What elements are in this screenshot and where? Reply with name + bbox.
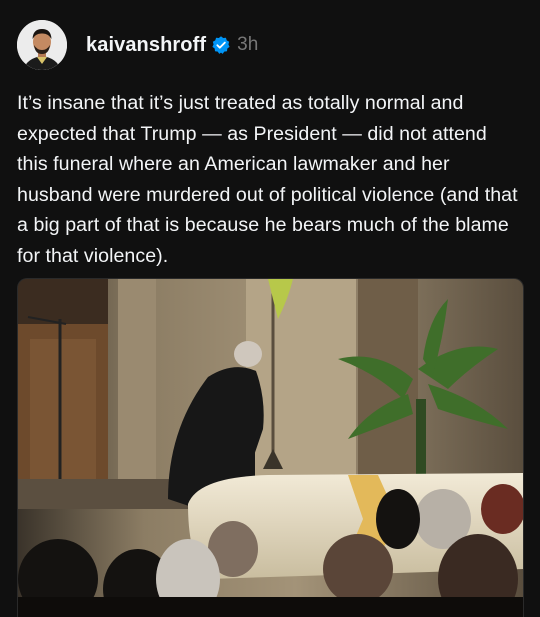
- attached-photo-icon: [18, 279, 523, 617]
- post-text: It’s insane that it’s just treated as to…: [17, 92, 524, 267]
- author-row: kaivanshroff 3h: [86, 34, 258, 57]
- verified-badge-icon: [211, 35, 231, 55]
- thread-post: kaivanshroff 3h It’s insane that it’s ju…: [0, 0, 540, 617]
- author-avatar[interactable]: [17, 20, 67, 70]
- post-image[interactable]: [17, 278, 524, 617]
- post-header: kaivanshroff 3h: [17, 20, 258, 70]
- author-username[interactable]: kaivanshroff: [86, 34, 206, 57]
- profile-avatar-icon: [17, 20, 67, 70]
- post-timestamp: 3h: [237, 34, 259, 55]
